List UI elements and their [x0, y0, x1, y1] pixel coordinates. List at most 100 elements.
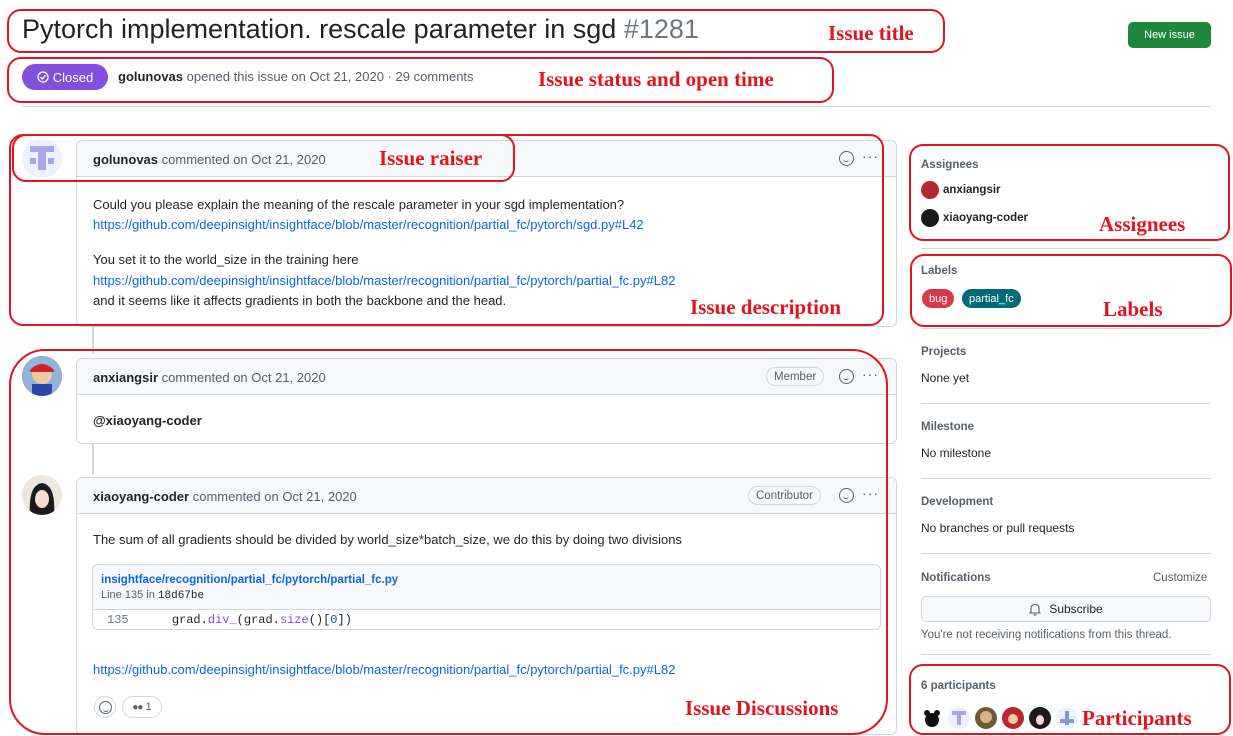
comment-header: golunovas commented on Oct 21, 2020 ··· [77, 141, 896, 177]
labels-heading[interactable]: Labels [921, 265, 957, 277]
customize-link[interactable]: Customize [1153, 572, 1207, 584]
issue-title-text: Pytorch implementation. rescale paramete… [22, 14, 617, 44]
milestone-heading[interactable]: Milestone [921, 421, 974, 433]
participant-avatar[interactable] [975, 707, 997, 729]
code-token: size [279, 613, 309, 627]
comment-meta: commented on Oct 21, 2020 [161, 152, 326, 167]
code-token: div_ [207, 613, 237, 627]
eyes-reaction-count: 1 [145, 701, 152, 713]
more-options-icon[interactable]: ··· [862, 485, 879, 501]
comment-author[interactable]: golunovas [93, 152, 158, 167]
participant-avatar[interactable] [1002, 707, 1024, 729]
code-token: 0 [330, 613, 338, 627]
assignee-name[interactable]: xiaoyang-coder [943, 212, 1028, 224]
comment-link[interactable]: https://github.com/deepinsight/insightfa… [93, 273, 675, 288]
snippet-header: insightface/recognition/partial_fc/pytor… [93, 565, 880, 610]
development-heading[interactable]: Development [921, 496, 993, 508]
comment-link[interactable]: https://github.com/deepinsight/insightfa… [93, 217, 644, 232]
eyes-icon: ●● [132, 701, 143, 713]
sidebar-divider [921, 654, 1211, 655]
status-label: Closed [52, 69, 94, 85]
participant-avatar[interactable] [1056, 707, 1078, 729]
avatar-xiaoyang-coder[interactable] [22, 475, 62, 515]
assignee-avatar[interactable] [921, 209, 939, 227]
projects-heading[interactable]: Projects [921, 346, 966, 358]
assignee-name[interactable]: anxiangsir [943, 184, 1001, 196]
opened-text: opened this issue on Oct 21, 2020 · 29 c… [186, 69, 474, 84]
annotation-assignees: Assignees [1099, 212, 1186, 236]
anime-avatar-icon [22, 475, 62, 515]
comment-meta: commented on Oct 21, 2020 [192, 489, 357, 504]
sidebar-divider [921, 328, 1211, 329]
sidebar-divider [921, 403, 1211, 404]
sidebar-divider [921, 553, 1211, 554]
mario-avatar-icon [22, 356, 62, 396]
comment-text: The sum of all gradients should be divid… [93, 532, 682, 547]
avatar-anxiangsir[interactable] [22, 356, 62, 396]
subscribe-button[interactable]: Subscribe [921, 596, 1211, 622]
add-reaction-button[interactable] [94, 696, 116, 718]
eyes-reaction-button[interactable]: ●● 1 [122, 696, 162, 718]
smiley-icon[interactable] [839, 369, 854, 384]
smiley-icon[interactable] [839, 488, 854, 503]
annotation-raiser: Issue raiser [379, 146, 483, 170]
comment-author[interactable]: anxiangsir [93, 370, 158, 385]
comment-text: and it seems like it affects gradients i… [93, 293, 507, 308]
code-snippet: insightface/recognition/partial_fc/pytor… [92, 564, 881, 630]
code-token: (grad. [236, 613, 280, 627]
comment-text: You set it to the world_size in the trai… [93, 252, 359, 267]
comment-text: Could you please explain the meaning of … [93, 197, 625, 212]
annotation-box-labels [910, 254, 1232, 327]
opener-link[interactable]: golunovas [118, 69, 183, 84]
snippet-line-prefix: Line 135 in [101, 589, 155, 601]
annotation-discussions: Issue Discussions [685, 696, 839, 720]
participant-avatar[interactable] [921, 707, 943, 729]
snippet-code-line: 135 grad.div_(grad.size()[0]) [107, 613, 352, 627]
contributor-badge: Contributor [748, 486, 821, 505]
issue-number: #1281 [623, 14, 699, 44]
issue-opened-info: golunovas opened this issue on Oct 21, 2… [118, 69, 474, 84]
assignee-avatar[interactable] [921, 181, 939, 199]
avatar-golunovas[interactable] [22, 138, 62, 178]
snippet-commit[interactable]: 18d67be [158, 590, 204, 602]
check-circle-icon [37, 71, 49, 83]
annotation-status-time: Issue status and open time [538, 67, 774, 91]
participant-avatar[interactable] [1029, 707, 1051, 729]
annotation-labels: Labels [1103, 297, 1163, 321]
sidebar-divider [921, 248, 1211, 249]
comment-author[interactable]: xiaoyang-coder [93, 489, 189, 504]
snippet-file-link[interactable]: insightface/recognition/partial_fc/pytor… [101, 574, 398, 586]
code-token: grad. [171, 613, 208, 627]
mention-link[interactable]: @xiaoyang-coder [93, 413, 202, 428]
participant-avatar[interactable] [948, 707, 970, 729]
status-badge: Closed [22, 64, 108, 90]
annotation-issue-title: Issue title [828, 21, 914, 45]
comment-author-line: xiaoyang-coder commented on Oct 21, 2020 [93, 489, 357, 504]
comment-anxiangsir: anxiangsir commented on Oct 21, 2020 Mem… [76, 358, 897, 444]
more-options-icon[interactable]: ··· [862, 366, 879, 382]
annotation-participants: Participants [1082, 706, 1192, 730]
new-issue-button[interactable]: New issue [1128, 22, 1211, 48]
label-bug[interactable]: bug [922, 289, 955, 308]
comment-header: anxiangsir commented on Oct 21, 2020 Mem… [77, 359, 896, 395]
timeline-line [92, 326, 94, 354]
member-badge: Member [766, 367, 825, 386]
development-value: No branches or pull requests [921, 521, 1075, 535]
milestone-value: No milestone [921, 446, 992, 460]
label-partial-fc[interactable]: partial_fc [962, 289, 1021, 308]
smiley-icon[interactable] [839, 151, 854, 166]
timeline-line [92, 443, 94, 475]
comment-author-line: anxiangsir commented on Oct 21, 2020 [93, 370, 326, 385]
assignees-heading[interactable]: Assignees [921, 159, 979, 171]
notifications-note: You're not receiving notifications from … [921, 629, 1172, 641]
comment-link[interactable]: https://github.com/deepinsight/insightfa… [93, 662, 675, 677]
annotation-description: Issue description [690, 295, 842, 319]
more-options-icon[interactable]: ··· [862, 148, 879, 164]
issue-title: Pytorch implementation. rescale paramete… [22, 14, 699, 45]
sidebar-divider [921, 478, 1211, 479]
snippet-line-number: 135 [107, 613, 129, 627]
subscribe-label: Subscribe [1049, 602, 1103, 616]
snippet-line-info: Line 135 in 18d67be [101, 589, 204, 602]
comment-author-line: golunovas commented on Oct 21, 2020 [93, 152, 326, 167]
identicon-icon [30, 146, 54, 170]
